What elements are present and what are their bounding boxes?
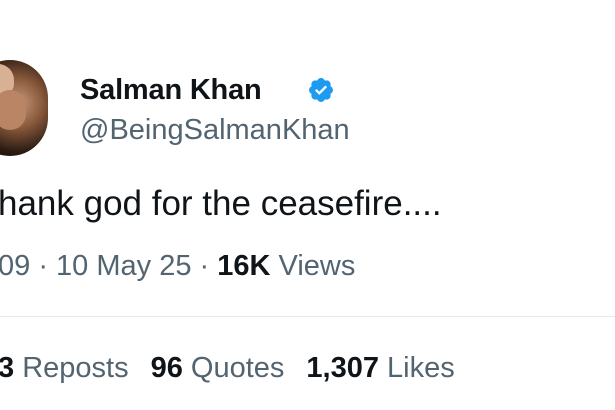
meta-separator: · bbox=[30, 250, 57, 282]
tweet-time[interactable]: 09 bbox=[0, 250, 30, 282]
likes-count: 1,307 bbox=[306, 352, 379, 384]
quotes-stat[interactable]: 96 Quotes bbox=[151, 352, 285, 384]
verified-badge-icon bbox=[309, 78, 333, 102]
reposts-label: Reposts bbox=[14, 352, 129, 384]
reposts-stat[interactable]: 3 Reposts bbox=[0, 352, 129, 384]
engagement-stats: 3 Reposts 96 Quotes 1,307 Likes bbox=[0, 352, 455, 385]
profile-avatar[interactable] bbox=[0, 60, 48, 156]
tweet-text: hank god for the ceasefire.... bbox=[0, 184, 442, 223]
likes-label: Likes bbox=[379, 352, 455, 384]
tweet-date[interactable]: 10 May 25 bbox=[56, 250, 191, 282]
quotes-label: Quotes bbox=[182, 352, 285, 384]
avatar-face-shape bbox=[0, 90, 26, 130]
likes-stat[interactable]: 1,307 Likes bbox=[306, 352, 454, 384]
meta-separator: · bbox=[191, 250, 218, 282]
tweet-card: Salman Khan @BeingSalmanKhan hank god fo… bbox=[0, 0, 615, 410]
divider bbox=[0, 316, 615, 317]
views-label: Views bbox=[270, 250, 356, 282]
reposts-count: 3 bbox=[0, 352, 15, 384]
author-name[interactable]: Salman Khan bbox=[80, 74, 262, 107]
views-count: 16K bbox=[217, 250, 271, 282]
author-handle[interactable]: @BeingSalmanKhan bbox=[80, 114, 350, 147]
quotes-count: 96 bbox=[150, 352, 183, 384]
tweet-meta: 09 · 10 May 25 · 16K Views bbox=[0, 250, 355, 283]
